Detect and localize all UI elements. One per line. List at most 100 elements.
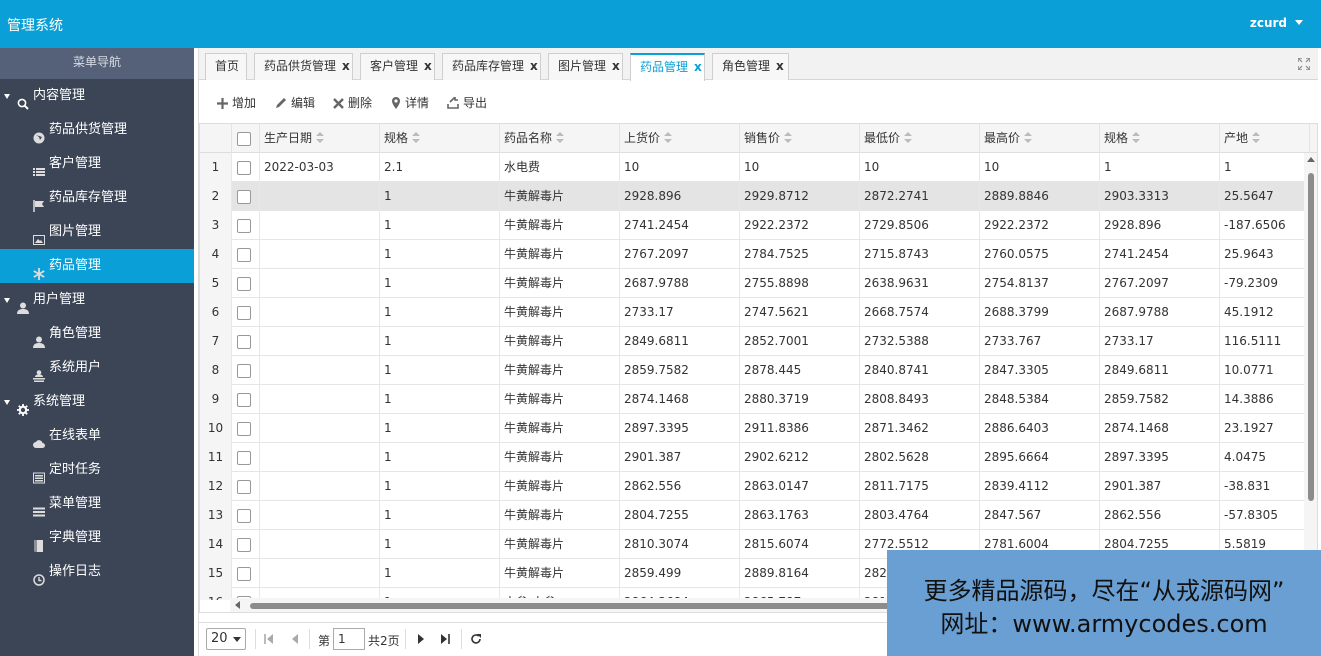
last-page-icon[interactable] (439, 633, 451, 645)
table-row[interactable]: 8 1 牛黄解毒片 2859.7582 2878.445 2840.8741 2847.33… (200, 356, 1306, 385)
column-header[interactable]: 上货价 (620, 124, 740, 153)
tab-close-icon[interactable]: x (530, 59, 538, 73)
column-header[interactable]: 药品名称 (500, 124, 620, 153)
first-page-icon[interactable] (263, 633, 275, 645)
row-checkbox[interactable] (237, 218, 251, 233)
page-number-input[interactable]: 1 (333, 628, 365, 650)
table-row[interactable]: 1 2022-03-03 2.1 水电费 10 10 10 10 1 1 (200, 153, 1306, 182)
table-row[interactable]: 12 1 牛黄解毒片 2862.556 2863.0147 2811.7175 2839.4… (200, 472, 1306, 501)
row-checkbox[interactable] (237, 537, 251, 552)
sidebar-item-0-4[interactable]: 药品管理 (0, 249, 194, 283)
export-button[interactable]: 导出 (447, 94, 487, 111)
next-page-icon[interactable] (415, 633, 427, 645)
sidebar-group-1[interactable]: 用户管理 (0, 283, 194, 317)
tab-close-icon[interactable]: x (424, 59, 432, 73)
tab-close-icon[interactable]: x (612, 59, 620, 73)
table-row[interactable]: 4 1 牛黄解毒片 2767.2097 2784.7525 2715.8743 2760.0… (200, 240, 1306, 269)
select-all-checkbox[interactable] (237, 131, 251, 146)
column-header[interactable]: 销售价 (740, 124, 860, 153)
column-header[interactable]: 产地 (1220, 124, 1310, 153)
column-header[interactable]: 规格 (1100, 124, 1220, 153)
column-header[interactable]: 最高价 (980, 124, 1100, 153)
tab-3[interactable]: 药品库存管理 x (442, 53, 541, 80)
row-select-cell[interactable] (232, 356, 260, 385)
row-select-cell[interactable] (232, 327, 260, 356)
sidebar-item-0-0[interactable]: 药品供货管理 (0, 113, 194, 147)
row-select-cell[interactable] (232, 153, 260, 182)
sidebar-item-0-2[interactable]: 药品库存管理 (0, 181, 194, 215)
row-checkbox[interactable] (237, 421, 251, 436)
select-all-cell[interactable] (232, 124, 260, 153)
prev-page-icon[interactable] (289, 633, 301, 645)
delete-button[interactable]: 删除 (333, 94, 372, 111)
page-size-select[interactable]: 20 (206, 628, 246, 650)
tab-0[interactable]: 首页 (205, 53, 247, 80)
tab-close-icon[interactable]: x (694, 60, 702, 74)
row-checkbox[interactable] (237, 566, 251, 581)
table-row[interactable]: 2 1 牛黄解毒片 2928.896 2929.8712 2872.2741 2889.88… (200, 182, 1306, 211)
sidebar-group-0[interactable]: 内容管理 (0, 79, 194, 113)
sidebar-item-1-1[interactable]: 系统用户 (0, 351, 194, 385)
user-menu[interactable]: zcurd (1250, 16, 1303, 30)
table-row[interactable]: 10 1 牛黄解毒片 2897.3395 2911.8386 2871.3462 2886.… (200, 414, 1306, 443)
detail-button[interactable]: 详情 (391, 94, 429, 111)
row-checkbox[interactable] (237, 276, 251, 291)
table-row[interactable]: 11 1 牛黄解毒片 2901.387 2902.6212 2802.5628 2895.6… (200, 443, 1306, 472)
table-row[interactable]: 9 1 牛黄解毒片 2874.1468 2880.3719 2808.8493 2848.5… (200, 385, 1306, 414)
row-select-cell[interactable] (232, 472, 260, 501)
row-checkbox[interactable] (237, 450, 251, 465)
add-button[interactable]: 增加 (217, 94, 256, 111)
row-select-cell[interactable] (232, 240, 260, 269)
tab-2[interactable]: 客户管理 x (360, 53, 435, 80)
row-select-cell[interactable] (232, 559, 260, 588)
tab-4[interactable]: 图片管理 x (548, 53, 623, 80)
tab-close-icon[interactable]: x (342, 59, 350, 73)
refresh-icon[interactable] (470, 633, 482, 645)
row-checkbox[interactable] (237, 392, 251, 407)
row-checkbox[interactable] (237, 189, 251, 204)
table-row[interactable]: 13 1 牛黄解毒片 2804.7255 2863.1763 2803.4764 2847.… (200, 501, 1306, 530)
sidebar-item-2-0[interactable]: 在线表单 (0, 419, 194, 453)
tab-5[interactable]: 药品管理 x (630, 53, 705, 81)
column-header[interactable]: 最低价 (860, 124, 980, 153)
tab-6[interactable]: 角色管理 x (712, 53, 789, 80)
row-checkbox[interactable] (237, 160, 251, 175)
scroll-left-icon[interactable] (235, 601, 240, 609)
tab-close-icon[interactable]: x (776, 59, 784, 73)
sidebar-item-2-2[interactable]: 菜单管理 (0, 487, 194, 521)
row-select-cell[interactable] (232, 443, 260, 472)
fullscreen-icon[interactable] (1298, 58, 1310, 70)
table-row[interactable]: 3 1 牛黄解毒片 2741.2454 2922.2372 2729.8506 2922.2… (200, 211, 1306, 240)
sidebar-item-1-0[interactable]: 角色管理 (0, 317, 194, 351)
row-checkbox[interactable] (237, 508, 251, 523)
vertical-scroll-thumb[interactable] (1308, 173, 1314, 501)
scroll-up-icon[interactable] (1307, 157, 1315, 162)
column-header[interactable]: 生产日期 (260, 124, 380, 153)
sidebar-item-2-1[interactable]: 定时任务 (0, 453, 194, 487)
row-select-cell[interactable] (232, 182, 260, 211)
row-checkbox[interactable] (237, 479, 251, 494)
sidebar-item-2-3[interactable]: 字典管理 (0, 521, 194, 555)
row-select-cell[interactable] (232, 414, 260, 443)
edit-button[interactable]: 编辑 (275, 94, 315, 111)
table-row[interactable]: 5 1 牛黄解毒片 2687.9788 2755.8898 2638.9631 2754.8… (200, 269, 1306, 298)
sidebar-item-0-3[interactable]: 图片管理 (0, 215, 194, 249)
row-checkbox[interactable] (237, 305, 251, 320)
row-select-cell[interactable] (232, 269, 260, 298)
row-select-cell[interactable] (232, 298, 260, 327)
table-row[interactable]: 7 1 牛黄解毒片 2849.6811 2852.7001 2732.5388 2733.7… (200, 327, 1306, 356)
vertical-scrollbar[interactable] (1304, 153, 1317, 600)
row-select-cell[interactable] (232, 211, 260, 240)
row-checkbox[interactable] (237, 247, 251, 262)
row-select-cell[interactable] (232, 530, 260, 559)
table-row[interactable]: 6 1 牛黄解毒片 2733.17 2747.5621 2668.7574 2688.379… (200, 298, 1306, 327)
row-checkbox[interactable] (237, 363, 251, 378)
row-select-cell[interactable] (232, 501, 260, 530)
row-select-cell[interactable] (232, 385, 260, 414)
sidebar-item-2-4[interactable]: 操作日志 (0, 555, 194, 589)
sidebar-item-0-1[interactable]: 客户管理 (0, 147, 194, 181)
column-header[interactable]: 规格 (380, 124, 500, 153)
horizontal-scroll-thumb[interactable] (250, 603, 950, 609)
sidebar-group-2[interactable]: 系统管理 (0, 385, 194, 419)
tab-1[interactable]: 药品供货管理 x (254, 53, 353, 80)
